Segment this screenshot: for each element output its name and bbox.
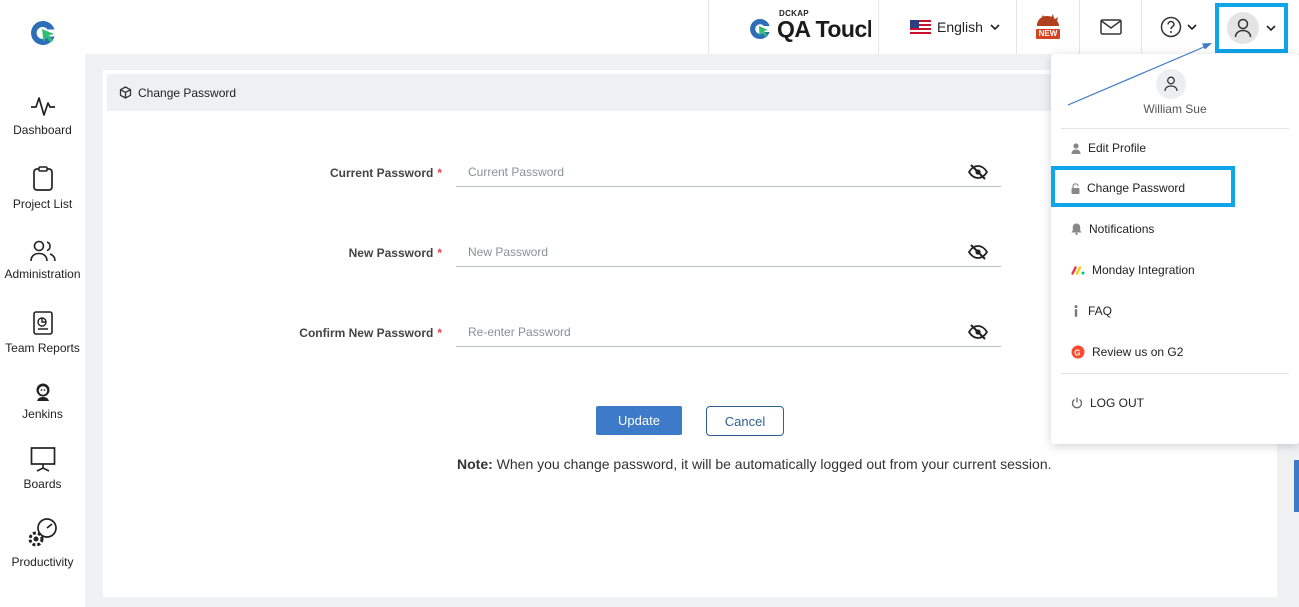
help-menu-button[interactable] (1141, 0, 1215, 54)
monday-icon (1071, 265, 1085, 275)
confirm-password-label-wrap: Confirm New Password * (200, 326, 442, 340)
session-note: Note: When you change password, it will … (457, 456, 1052, 472)
g2-icon: G (1071, 345, 1085, 359)
clipboard-icon (32, 166, 53, 191)
current-password-label: Current Password * (329, 166, 442, 180)
sidebar-item-label: Project List (12, 197, 73, 211)
scrollbar-thumb[interactable] (1294, 460, 1299, 512)
menu-item-label: LOG OUT (1090, 396, 1145, 410)
new-password-field[interactable] (456, 237, 1001, 267)
avatar (1227, 12, 1259, 44)
language-selector[interactable]: English (878, 0, 1016, 54)
highlight-box (1051, 166, 1235, 207)
menu-item-label: Edit Profile (1088, 141, 1147, 155)
note-text: When you change password, it will be aut… (492, 456, 1052, 472)
current-password-field[interactable] (456, 157, 1001, 187)
svg-text:G: G (1074, 348, 1080, 357)
sidebar: Dashboard Project List Administration Te… (0, 54, 85, 607)
menu-item-logout[interactable]: LOG OUT (1071, 396, 1144, 410)
sidebar-item-boards[interactable]: Boards (0, 446, 85, 491)
sidebar-item-label: Productivity (11, 555, 74, 569)
qa-touch-icon (750, 18, 770, 39)
menu-item-label: Notifications (1089, 222, 1155, 236)
eye-off-icon[interactable] (968, 164, 988, 180)
top-bar: DCKAP QA Touch English NEW (0, 0, 1299, 54)
mail-icon (1099, 19, 1122, 35)
menu-item-label: FAQ (1088, 304, 1113, 318)
brand-logo: DCKAP QA Touch (708, 0, 878, 54)
help-icon (1160, 16, 1182, 38)
chevron-down-icon (990, 23, 1000, 30)
required-marker: * (437, 166, 442, 180)
confirm-password-field[interactable] (456, 317, 1001, 347)
sidebar-item-project-list[interactable]: Project List (0, 166, 85, 211)
report-icon (32, 311, 53, 335)
eye-off-icon[interactable] (968, 324, 988, 340)
productivity-gauge-icon (28, 518, 57, 547)
power-icon (1071, 397, 1083, 409)
note-label: Note: (457, 456, 493, 472)
user-icon (1234, 18, 1252, 38)
page-title: Change Password (138, 85, 237, 100)
sidebar-item-dashboard[interactable]: Dashboard (0, 94, 85, 137)
required-marker: * (437, 246, 442, 260)
new-password-label-wrap: New Password * (200, 246, 442, 260)
sidebar-item-label: Jenkins (22, 407, 63, 421)
user-name: William Sue (1143, 102, 1207, 116)
eye-off-icon[interactable] (968, 244, 988, 260)
menu-item-notifications[interactable]: Notifications (1071, 222, 1154, 236)
sidebar-item-label: Administration (4, 267, 81, 281)
menu-item-edit-profile[interactable]: Edit Profile (1071, 141, 1146, 155)
sidebar-item-administration[interactable]: Administration (0, 240, 85, 281)
sidebar-item-productivity[interactable]: Productivity (0, 516, 85, 569)
language-label: English (937, 19, 983, 35)
menu-divider (1061, 373, 1289, 374)
chevron-down-icon (1266, 24, 1276, 31)
update-button[interactable]: Update (596, 406, 682, 435)
sidebar-item-team-reports[interactable]: Team Reports (0, 310, 85, 355)
menu-item-review-g2[interactable]: G Review us on G2 (1071, 345, 1183, 359)
confirm-password-label: Confirm New Password * (299, 326, 442, 340)
whats-new-button[interactable]: NEW (1016, 0, 1079, 54)
person-icon (1071, 142, 1081, 154)
menu-item-label: Review us on G2 (1092, 345, 1184, 359)
bell-icon (1071, 223, 1082, 235)
dropdown-avatar (1156, 69, 1186, 99)
sidebar-item-jenkins[interactable]: Jenkins (0, 382, 85, 421)
user-dropdown-menu: William Sue Edit Profile Change Password… (1051, 54, 1299, 444)
brand-name: QA Touch (777, 16, 871, 42)
current-password-label-wrap: Current Password * (200, 166, 442, 180)
menu-item-faq[interactable]: FAQ (1071, 304, 1112, 318)
sidebar-item-label: Boards (23, 477, 62, 491)
us-flag-icon (910, 20, 931, 34)
mail-button[interactable] (1079, 0, 1141, 54)
user-menu-button[interactable] (1215, 3, 1288, 53)
new-password-label: New Password * (348, 246, 442, 260)
menu-item-label: Monday Integration (1092, 263, 1195, 277)
new-badge-label: NEW (1036, 29, 1060, 39)
user-icon (1164, 76, 1178, 92)
menu-item-monday-integration[interactable]: Monday Integration (1071, 263, 1195, 277)
users-icon (29, 240, 56, 262)
pulse-icon (30, 97, 55, 116)
info-icon (1074, 305, 1078, 317)
menu-divider (1061, 128, 1289, 129)
cancel-button[interactable]: Cancel (706, 406, 784, 436)
sidebar-item-label: Team Reports (5, 341, 80, 355)
chevron-down-icon (1187, 23, 1197, 30)
app-logo-icon[interactable] (28, 18, 58, 48)
presentation-board-icon (30, 447, 55, 472)
required-marker: * (437, 326, 442, 340)
cube-icon (119, 86, 132, 99)
jenkins-icon (36, 383, 49, 401)
sidebar-item-label: Dashboard (13, 123, 72, 137)
new-badge-icon (1037, 14, 1059, 26)
